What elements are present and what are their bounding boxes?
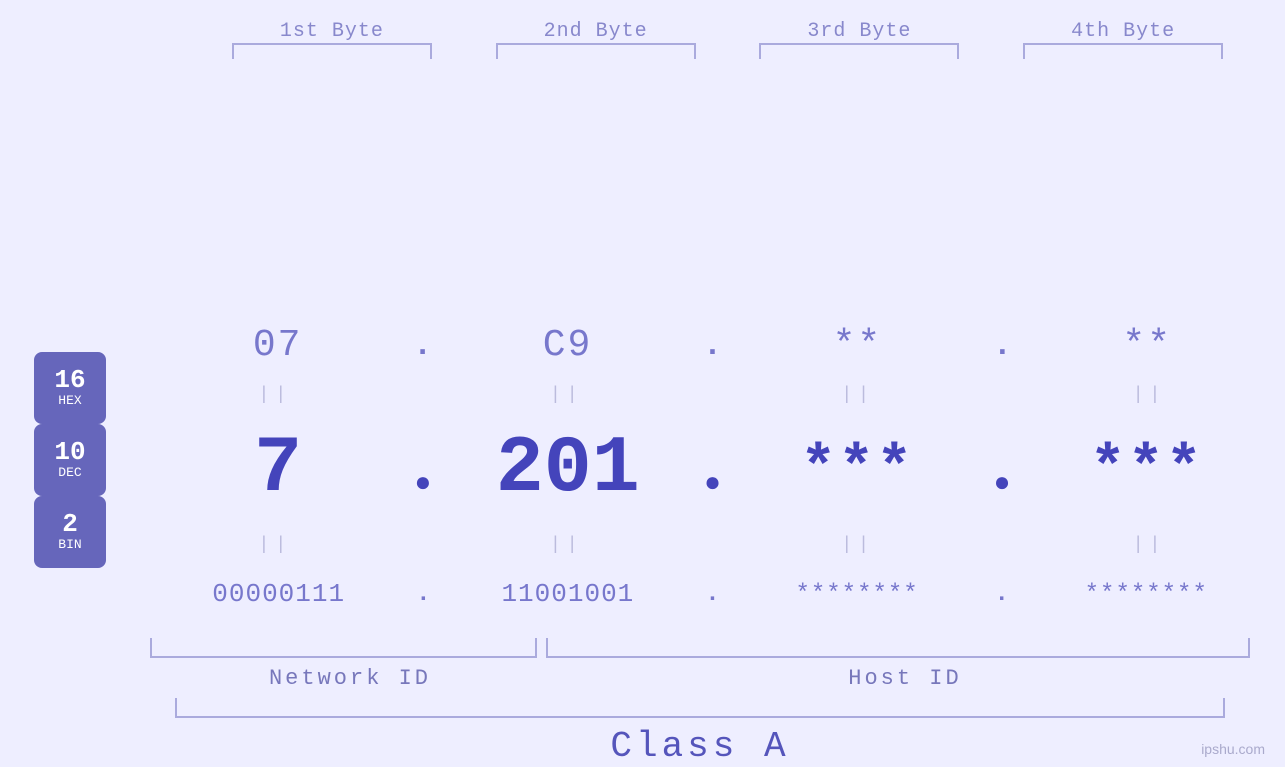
byte-headers: 1st Byte 2nd Byte 3rd Byte 4th Byte xyxy=(0,0,1285,43)
dec-row: 7 ● 201 ● *** ● *** xyxy=(160,415,1265,525)
hex-badge[interactable]: 16 HEX xyxy=(34,352,106,424)
main-container: 1st Byte 2nd Byte 3rd Byte 4th Byte 16 H… xyxy=(0,0,1285,767)
class-label: Class A xyxy=(150,718,1250,767)
bin-b2: 11001001 xyxy=(468,579,668,609)
dot-dec-2: ● xyxy=(704,469,721,500)
bracket-byte3 xyxy=(759,43,959,59)
host-bracket xyxy=(546,638,1250,658)
watermark: ipshu.com xyxy=(1201,741,1265,757)
bin-row: 00000111 . 11001001 . ******** . *******… xyxy=(160,564,1265,624)
dot-hex-2: . xyxy=(703,327,722,364)
dot-dec-1: ● xyxy=(415,469,432,500)
network-id-label: Network ID xyxy=(150,666,550,691)
sep-hd-3: || xyxy=(758,385,958,405)
hex-row: 07 . C9 . ** . ** xyxy=(160,316,1265,376)
dec-b1: 7 xyxy=(178,424,378,515)
host-id-label: Host ID xyxy=(550,666,1260,691)
dot-bin-1: . xyxy=(416,581,430,608)
sep-hd-4: || xyxy=(1050,385,1250,405)
bracket-byte4 xyxy=(1023,43,1223,59)
top-brackets xyxy=(0,43,1285,307)
dot-dec-3: ● xyxy=(994,469,1011,500)
bin-badge-number: 2 xyxy=(62,511,78,537)
hex-badge-number: 16 xyxy=(54,367,85,393)
dec-badge-label: DEC xyxy=(58,465,81,481)
sep-db-4: || xyxy=(1050,535,1250,555)
byte4-label: 4th Byte xyxy=(1013,20,1233,43)
bracket-byte1 xyxy=(232,43,432,59)
sep-hd-1: || xyxy=(175,385,375,405)
byte1-label: 1st Byte xyxy=(222,20,442,43)
dec-badge[interactable]: 10 DEC xyxy=(34,424,106,496)
dot-hex-1: . xyxy=(413,327,432,364)
id-bracket-row xyxy=(150,628,1250,658)
sep-hd-2: || xyxy=(467,385,667,405)
hex-b2: C9 xyxy=(468,324,668,367)
hex-b3: ** xyxy=(757,324,957,367)
badges-column: 16 HEX 10 DEC 2 BIN xyxy=(0,312,140,628)
hex-b4: ** xyxy=(1047,324,1247,367)
hex-b1: 07 xyxy=(178,324,378,367)
byte3-label: 3rd Byte xyxy=(749,20,969,43)
bin-badge-label: BIN xyxy=(58,537,81,553)
sep-dec-bin: || || || || xyxy=(160,532,1265,557)
dot-hex-3: . xyxy=(993,327,1012,364)
footer: Network ID Host ID Class A xyxy=(0,628,1285,767)
sep-hex-dec: || || || || xyxy=(160,383,1265,408)
content-area: 16 HEX 10 DEC 2 BIN 07 . C9 . ** . ** xyxy=(0,312,1285,628)
dec-b2: 201 xyxy=(468,424,668,515)
dec-b4: *** xyxy=(1047,436,1247,504)
bin-b3: ******** xyxy=(757,581,957,608)
data-columns: 07 . C9 . ** . ** || || || || 7 ● xyxy=(140,312,1285,628)
sep-db-1: || xyxy=(175,535,375,555)
dot-bin-3: . xyxy=(994,581,1008,608)
hex-badge-label: HEX xyxy=(58,393,81,409)
network-bracket xyxy=(150,638,537,658)
bin-b4: ******** xyxy=(1046,581,1246,608)
bracket-byte2 xyxy=(496,43,696,59)
dot-bin-2: . xyxy=(705,581,719,608)
sep-db-2: || xyxy=(467,535,667,555)
bin-b1: 00000111 xyxy=(179,579,379,609)
class-bracket xyxy=(175,698,1225,718)
bin-badge[interactable]: 2 BIN xyxy=(34,496,106,568)
byte2-label: 2nd Byte xyxy=(486,20,706,43)
dec-badge-number: 10 xyxy=(54,439,85,465)
id-label-row: Network ID Host ID xyxy=(150,658,1260,698)
sep-db-3: || xyxy=(758,535,958,555)
dec-b3: *** xyxy=(757,436,957,504)
